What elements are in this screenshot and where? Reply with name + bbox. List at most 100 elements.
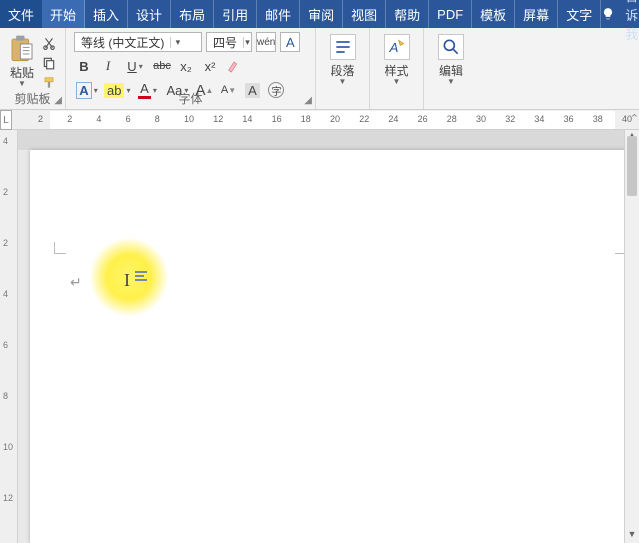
horizontal-ruler[interactable]: L 2246810121416182022242628303234363840 … (0, 110, 639, 130)
font-dialog-launcher[interactable]: ◢ (304, 95, 312, 106)
group-editing: 编辑 ▼ (424, 28, 478, 109)
vruler-tick: 12 (3, 493, 13, 503)
scroll-thumb[interactable] (627, 136, 637, 196)
tab-selector[interactable]: L (0, 110, 12, 130)
subscript-button[interactable]: x₂ (176, 56, 196, 76)
tab-view[interactable]: 视图 (343, 0, 386, 28)
ruler-tick: 8 (155, 114, 160, 124)
tab-screen[interactable]: 屏幕 (515, 0, 558, 28)
group-styles: A 样式 ▼ (370, 28, 424, 109)
tab-templates[interactable]: 模板 (472, 0, 515, 28)
menu-bar: 文件 开始 插入 设计 布局 引用 邮件 审阅 视图 帮助 PDF 模板 屏幕 … (0, 0, 639, 28)
tab-pdf[interactable]: PDF (429, 0, 472, 28)
char-border-button[interactable]: A (280, 32, 300, 52)
ruler-tick: 38 (593, 114, 603, 124)
copy-button[interactable] (40, 54, 58, 72)
ruler-tick: 2 (38, 114, 43, 124)
tab-mailings[interactable]: 邮件 (257, 0, 300, 28)
work-area: 4 2 2 4 6 8 10 12 ↵ I ▲ ▼ (0, 130, 639, 543)
lightbulb-icon[interactable] (601, 0, 615, 28)
ruler-tick: 18 (301, 114, 311, 124)
chevron-down-icon: ▼ (18, 79, 26, 88)
vruler-tick: 10 (3, 442, 13, 452)
tab-file[interactable]: 文件 (0, 0, 42, 28)
ruler-tick: 12 (213, 114, 223, 124)
document-viewport[interactable]: ↵ I (18, 130, 639, 543)
font-name-value: 等线 (中文正文) (75, 34, 170, 51)
superscript-button[interactable]: x² (200, 56, 220, 76)
ruler-tick: 36 (564, 114, 574, 124)
margin-corner-left (54, 242, 66, 254)
tab-design[interactable]: 设计 (128, 0, 171, 28)
ruler-tick: 20 (330, 114, 340, 124)
ruler-tick: 6 (126, 114, 131, 124)
group-font: 等线 (中文正文) ▾ 四号 ▾ wén A B I U▾ abc x₂ x² (66, 28, 316, 109)
styles-icon: A (384, 34, 410, 60)
vruler-tick: 6 (3, 340, 8, 350)
italic-button[interactable]: I (98, 56, 118, 76)
tab-review[interactable]: 审阅 (300, 0, 343, 28)
chevron-down-icon: ▼ (339, 77, 347, 86)
vruler-tick: 8 (3, 391, 8, 401)
ruler-tick: 26 (418, 114, 428, 124)
clipboard-dialog-launcher[interactable]: ◢ (54, 95, 62, 106)
tab-help[interactable]: 帮助 (386, 0, 429, 28)
ruler-tick: 30 (476, 114, 486, 124)
vertical-ruler[interactable]: 4 2 2 4 6 8 10 12 (0, 130, 18, 543)
ruler-tick: 4 (96, 114, 101, 124)
ruler-tick: 28 (447, 114, 457, 124)
tell-me[interactable]: 告诉我 (615, 0, 639, 28)
vruler-tick: 2 (3, 238, 8, 248)
tab-insert[interactable]: 插入 (85, 0, 128, 28)
chevron-down-icon[interactable]: ▾ (170, 37, 184, 48)
group-clipboard: 粘贴 ▼ 剪贴板 ◢ (0, 28, 66, 109)
font-size-value: 四号 (207, 34, 243, 51)
bold-button[interactable]: B (74, 56, 94, 76)
clear-format-button[interactable] (224, 56, 244, 76)
vertical-scrollbar[interactable]: ▲ ▼ (624, 130, 639, 543)
ribbon: 粘贴 ▼ 剪贴板 ◢ 等线 (中文正文) ▾ 四号 ▾ (0, 28, 639, 110)
chevron-down-icon: ▼ (393, 77, 401, 86)
cut-button[interactable] (40, 34, 58, 52)
vruler-tick: 4 (3, 136, 8, 146)
ruler-tick: 10 (184, 114, 194, 124)
scroll-down-button[interactable]: ▼ (625, 529, 639, 543)
ibeam-cursor-icon: I (124, 270, 130, 291)
tab-layout[interactable]: 布局 (171, 0, 214, 28)
editing-button[interactable]: 编辑 ▼ (438, 34, 464, 86)
phonetic-guide-button[interactable]: wén (256, 32, 276, 52)
ruler-tick: 22 (359, 114, 369, 124)
tab-home[interactable]: 开始 (42, 0, 85, 28)
font-name-combo[interactable]: 等线 (中文正文) ▾ (74, 32, 202, 52)
group-paragraph: 段落 ▼ (316, 28, 370, 109)
vruler-tick: 2 (3, 187, 8, 197)
chevron-down-icon[interactable]: ▾ (243, 37, 251, 48)
ruler-tick: 32 (505, 114, 515, 124)
document-page[interactable]: ↵ I (30, 150, 631, 543)
styles-button[interactable]: A 样式 ▼ (384, 34, 410, 86)
page-gap (18, 130, 639, 150)
tab-references[interactable]: 引用 (214, 0, 257, 28)
highlight-spotlight (90, 238, 168, 316)
ruler-tick: 14 (242, 114, 252, 124)
svg-text:A: A (388, 40, 398, 55)
tab-text[interactable]: 文字 (558, 0, 601, 28)
ruler-tick: 34 (534, 114, 544, 124)
ruler-tick: 16 (272, 114, 282, 124)
underline-button[interactable]: U▾ (122, 56, 148, 76)
ruler-ticks: 2246810121416182022242628303234363840 (18, 110, 639, 129)
find-icon (438, 34, 464, 60)
ruler-tick: 24 (388, 114, 398, 124)
paragraph-icon (330, 34, 356, 60)
paragraph-button[interactable]: 段落 ▼ (330, 34, 356, 86)
ruler-tick: 2 (67, 114, 72, 124)
chevron-down-icon: ▼ (447, 77, 455, 86)
vruler-tick: 4 (3, 289, 8, 299)
font-size-combo[interactable]: 四号 ▾ (206, 32, 252, 52)
align-left-floaticon (135, 270, 149, 282)
ruler-end-icon: ⌃ (630, 112, 639, 125)
strike-button[interactable]: abc (152, 56, 172, 76)
chevron-down-icon: ▾ (139, 62, 143, 71)
group-label-font: 字体 (66, 90, 315, 107)
paragraph-mark-icon: ↵ (70, 274, 82, 291)
